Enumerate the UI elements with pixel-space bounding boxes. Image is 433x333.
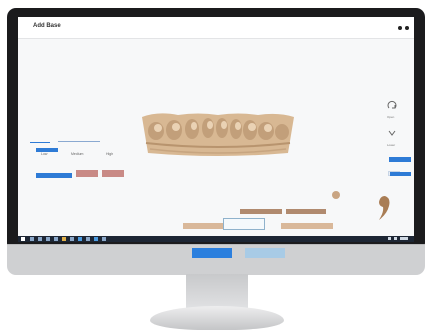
option-label: Low <box>41 152 48 156</box>
taskbar <box>18 236 414 242</box>
value-field[interactable] <box>223 218 265 230</box>
viewport-3d[interactable]: Low Medium High Open Lower <box>18 39 414 236</box>
tray-icon[interactable] <box>394 237 397 240</box>
slider-track[interactable] <box>30 142 50 143</box>
adjust-bar[interactable] <box>286 209 326 214</box>
marker-dot <box>332 191 340 199</box>
taskbar-app-icon[interactable] <box>46 237 50 241</box>
screen: Add Base Low Medium High Open Lower <box>18 17 414 242</box>
taskbar-app-icon[interactable] <box>86 237 90 241</box>
taskbar-app-icon[interactable] <box>62 237 66 241</box>
apply-button[interactable] <box>36 173 72 178</box>
option-low-button[interactable] <box>36 148 58 152</box>
taskbar-app-icon[interactable] <box>54 237 58 241</box>
desktop-scene: Add Base Low Medium High Open Lower <box>0 0 433 333</box>
right-panel-button[interactable] <box>390 172 411 176</box>
dental-model[interactable] <box>138 109 298 159</box>
marker-comma <box>379 196 390 220</box>
taskbar-app-icon[interactable] <box>94 237 98 241</box>
option-label: Medium <box>71 152 84 156</box>
slider-track[interactable] <box>58 141 100 142</box>
monitor-stand-base <box>150 306 284 330</box>
right-panel-button[interactable] <box>389 157 411 162</box>
taskbar-app-icon[interactable] <box>30 237 34 241</box>
right-panel-label: Lower <box>387 143 396 147</box>
option-medium-button[interactable] <box>76 170 98 177</box>
right-panel-label: Open <box>387 115 395 119</box>
tray-icon[interactable] <box>388 237 391 240</box>
adjust-bar[interactable] <box>240 209 282 214</box>
option-label: High <box>106 152 114 156</box>
primary-button[interactable] <box>192 248 232 258</box>
taskbar-app-icon[interactable] <box>70 237 74 241</box>
app-header: Add Base <box>18 17 414 39</box>
rotate-icon[interactable] <box>386 99 398 111</box>
app-title: Add Base <box>33 23 61 29</box>
windows-start-icon[interactable] <box>21 237 25 241</box>
tray-clock[interactable] <box>400 237 408 240</box>
more-dots-icon[interactable] <box>398 26 402 30</box>
chevron-down-icon[interactable] <box>386 127 398 139</box>
taskbar-app-icon[interactable] <box>78 237 82 241</box>
more-dots-icon[interactable] <box>405 26 409 30</box>
taskbar-app-icon[interactable] <box>102 237 106 241</box>
option-high-button[interactable] <box>102 170 124 177</box>
adjust-bar[interactable] <box>281 223 333 229</box>
secondary-button[interactable] <box>245 248 285 258</box>
taskbar-app-icon[interactable] <box>38 237 42 241</box>
